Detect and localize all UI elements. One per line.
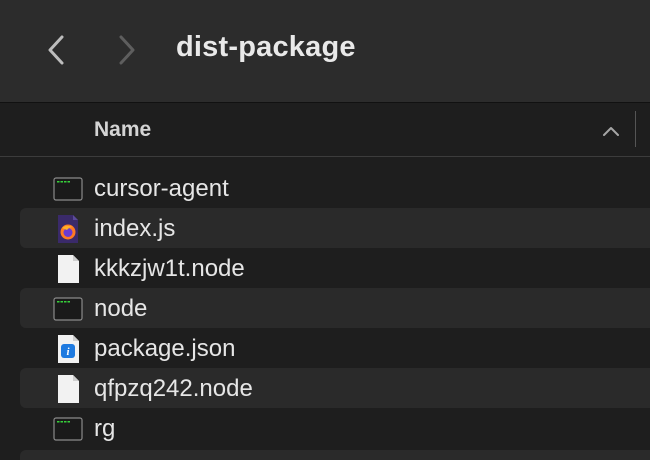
file-row[interactable]: kkkzjw1t.node: [20, 248, 650, 288]
name-column-header[interactable]: Name: [94, 118, 151, 142]
file-name: index.js: [94, 215, 176, 242]
file-row[interactable]: node: [20, 288, 650, 328]
file-name: node: [94, 295, 148, 322]
chevron-right-icon: [119, 35, 135, 65]
file-name: kkkzjw1t.node: [94, 255, 245, 282]
terminal-executable-icon: [53, 417, 83, 441]
forward-button[interactable]: [109, 30, 145, 70]
blank-document-icon: [58, 375, 79, 403]
column-divider[interactable]: [635, 111, 636, 147]
window-title: dist-package: [176, 31, 356, 63]
chevron-up-icon[interactable]: [600, 121, 622, 141]
terminal-executable-icon: [53, 177, 83, 201]
toolbar: dist-package: [0, 0, 650, 103]
file-row[interactable]: rg: [20, 408, 650, 448]
file-row[interactable]: qfpzq242.node: [20, 368, 650, 408]
json-info-file-icon: i: [58, 335, 79, 363]
chevron-left-icon: [48, 35, 64, 65]
file-name: package.json: [94, 335, 236, 362]
firefox-js-file-icon: [58, 215, 78, 243]
blank-document-icon: [58, 255, 79, 283]
file-name: qfpzq242.node: [94, 375, 253, 402]
finder-window: dist-package Name cursor-agent index.js …: [0, 0, 650, 460]
column-header: Name: [0, 103, 650, 157]
back-button[interactable]: [38, 30, 74, 70]
file-list: cursor-agent index.js kkkzjw1t.node node…: [0, 168, 650, 448]
file-row[interactable]: cursor-agent: [20, 168, 650, 208]
file-name: cursor-agent: [94, 175, 229, 202]
file-row[interactable]: index.js: [20, 208, 650, 248]
partial-file-row[interactable]: [20, 450, 650, 460]
file-row[interactable]: i package.json: [20, 328, 650, 368]
file-name: rg: [94, 415, 116, 442]
terminal-executable-icon: [53, 297, 83, 321]
